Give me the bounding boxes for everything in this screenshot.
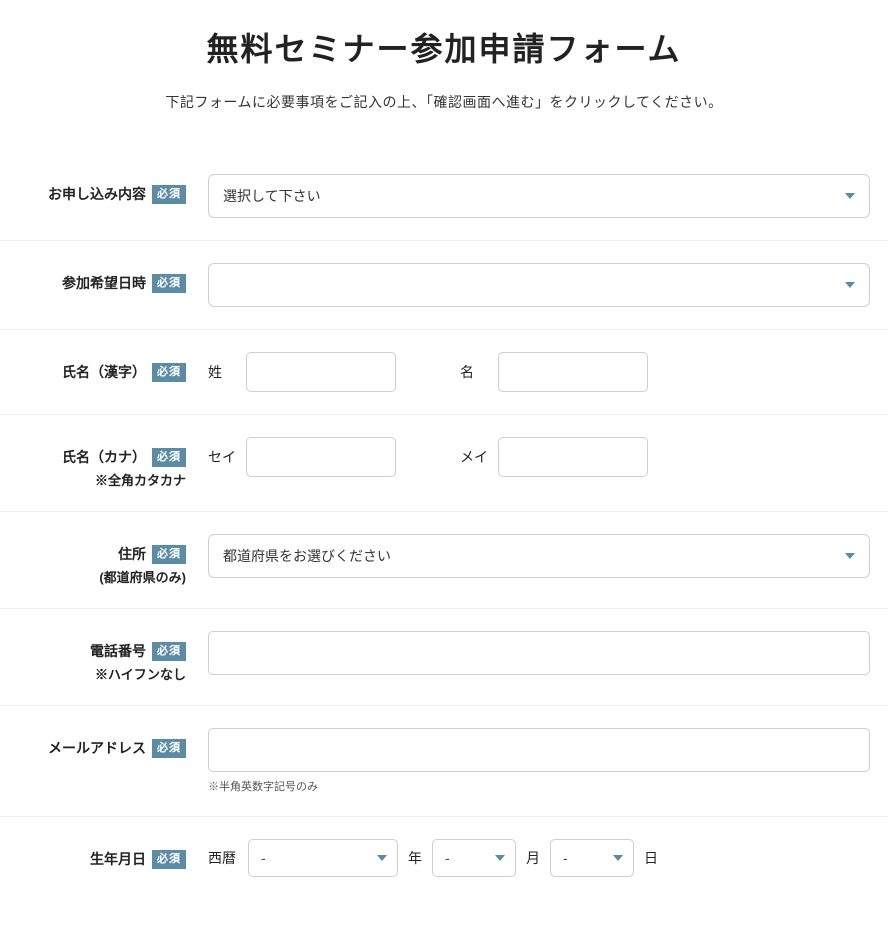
label-phone-sub: ※ハイフンなし — [95, 664, 186, 683]
first-name-prefix: 名 — [460, 362, 488, 382]
address-select-value: 都道府県をお選びください — [223, 546, 391, 566]
row-address: 住所 必須 (都道府県のみ) 都道府県をお選びください — [0, 512, 888, 609]
label-address-sub: (都道府県のみ) — [99, 567, 186, 586]
birth-day-select[interactable]: - — [550, 839, 634, 877]
birth-year-select[interactable]: - — [248, 839, 398, 877]
last-name-kana-input[interactable] — [246, 437, 396, 477]
last-name-kana-prefix: セイ — [208, 447, 236, 467]
required-badge: 必須 — [152, 739, 186, 758]
label-email-text: メールアドレス — [48, 738, 146, 758]
required-badge: 必須 — [152, 185, 186, 204]
year-unit: 年 — [408, 848, 422, 868]
label-name-kana-sub: ※全角カタカナ — [95, 470, 186, 489]
preferred-date-select[interactable] — [208, 263, 870, 307]
birth-month-select[interactable]: - — [432, 839, 516, 877]
label-name-kanji: 氏名（漢字） 必須 — [0, 352, 200, 382]
required-badge: 必須 — [152, 545, 186, 564]
label-application-text: お申し込み内容 — [48, 184, 146, 204]
label-name-kana: 氏名（カナ） 必須 ※全角カタカナ — [0, 437, 200, 489]
chevron-down-icon — [845, 282, 855, 288]
label-phone-text: 電話番号 — [90, 641, 146, 661]
day-unit: 日 — [644, 848, 658, 868]
row-birthdate: 生年月日 必須 西暦 - 年 - 月 - — [0, 817, 888, 899]
last-name-kanji-input[interactable] — [246, 352, 396, 392]
address-select[interactable]: 都道府県をお選びください — [208, 534, 870, 578]
chevron-down-icon — [613, 855, 623, 861]
required-badge: 必須 — [152, 448, 186, 467]
first-name-kana-input[interactable] — [498, 437, 648, 477]
row-email: メールアドレス 必須 ※半角英数字記号のみ — [0, 706, 888, 817]
chevron-down-icon — [377, 855, 387, 861]
label-preferred-date: 参加希望日時 必須 — [0, 263, 200, 293]
birth-month-value: - — [445, 850, 450, 866]
first-name-kana-prefix: メイ — [460, 447, 488, 467]
era-label: 西暦 — [208, 848, 238, 868]
label-phone: 電話番号 必須 ※ハイフンなし — [0, 631, 200, 683]
chevron-down-icon — [845, 553, 855, 559]
row-application: お申し込み内容 必須 選択して下さい — [0, 152, 888, 241]
application-select-value: 選択して下さい — [223, 186, 321, 206]
row-preferred-date: 参加希望日時 必須 — [0, 241, 888, 330]
label-address-text: 住所 — [118, 544, 146, 564]
required-badge: 必須 — [152, 850, 186, 869]
application-select[interactable]: 選択して下さい — [208, 174, 870, 218]
label-email: メールアドレス 必須 — [0, 728, 200, 758]
required-badge: 必須 — [152, 363, 186, 382]
month-unit: 月 — [526, 848, 540, 868]
label-name-kanji-text: 氏名（漢字） — [62, 362, 146, 382]
email-input[interactable] — [208, 728, 870, 772]
first-name-kanji-input[interactable] — [498, 352, 648, 392]
row-phone: 電話番号 必須 ※ハイフンなし — [0, 609, 888, 706]
label-birthdate: 生年月日 必須 — [0, 839, 200, 869]
required-badge: 必須 — [152, 274, 186, 293]
label-application: お申し込み内容 必須 — [0, 174, 200, 204]
label-name-kana-text: 氏名（カナ） — [62, 447, 146, 467]
chevron-down-icon — [495, 855, 505, 861]
label-birthdate-text: 生年月日 — [90, 849, 146, 869]
chevron-down-icon — [845, 193, 855, 199]
label-address: 住所 必須 (都道府県のみ) — [0, 534, 200, 586]
birth-year-value: - — [261, 850, 266, 866]
row-name-kana: 氏名（カナ） 必須 ※全角カタカナ セイ メイ — [0, 415, 888, 512]
page-title: 無料セミナー参加申請フォーム — [0, 24, 888, 70]
instruction-text: 下記フォームに必要事項をご記入の上、「確認画面へ進む」をクリックしてください。 — [0, 92, 888, 112]
birth-day-value: - — [563, 850, 568, 866]
label-preferred-date-text: 参加希望日時 — [62, 273, 146, 293]
row-name-kanji: 氏名（漢字） 必須 姓 名 — [0, 330, 888, 415]
required-badge: 必須 — [152, 642, 186, 661]
email-hint: ※半角英数字記号のみ — [208, 778, 870, 794]
phone-input[interactable] — [208, 631, 870, 675]
last-name-prefix: 姓 — [208, 362, 236, 382]
